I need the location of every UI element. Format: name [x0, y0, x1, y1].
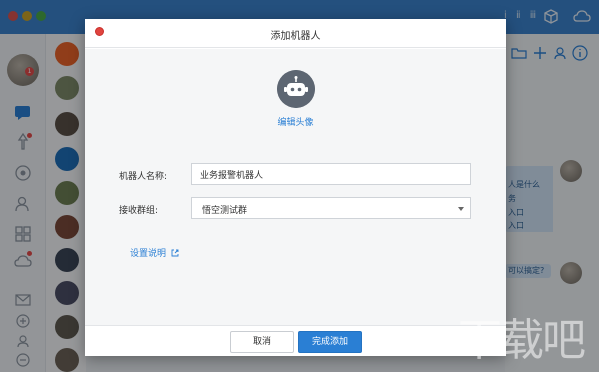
external-link-icon — [171, 249, 179, 257]
receive-group-value: 悟空测试群 — [202, 206, 248, 216]
robot-avatar-icon[interactable] — [277, 70, 315, 108]
confirm-add-button[interactable]: 完成添加 — [298, 331, 362, 353]
receive-group-select[interactable]: 悟空测试群 — [191, 197, 471, 219]
setup-instructions-label: 设置说明 — [130, 249, 167, 259]
dialog-body: 编辑头像 — [85, 49, 506, 325]
edit-avatar-link[interactable]: 编辑头像 — [85, 115, 506, 128]
dialog-header: 添加机器人 — [85, 19, 506, 48]
dialog-footer: 取消 完成添加 — [85, 325, 506, 356]
chevron-down-icon — [458, 207, 464, 211]
receive-group-label: 接收群组: — [119, 206, 159, 216]
setup-instructions-link[interactable]: 设置说明 — [130, 246, 179, 259]
robot-name-input[interactable] — [191, 163, 471, 185]
cancel-button[interactable]: 取消 — [230, 331, 294, 353]
watermark-logo: 下载吧 — [458, 315, 586, 366]
dialog-title: 添加机器人 — [270, 31, 321, 42]
add-robot-dialog: 添加机器人 编辑头像 机器人名称: 接收群组: 悟空测试群 设置说明 取消 完成… — [85, 19, 506, 356]
robot-name-label: 机器人名称: — [119, 172, 168, 182]
